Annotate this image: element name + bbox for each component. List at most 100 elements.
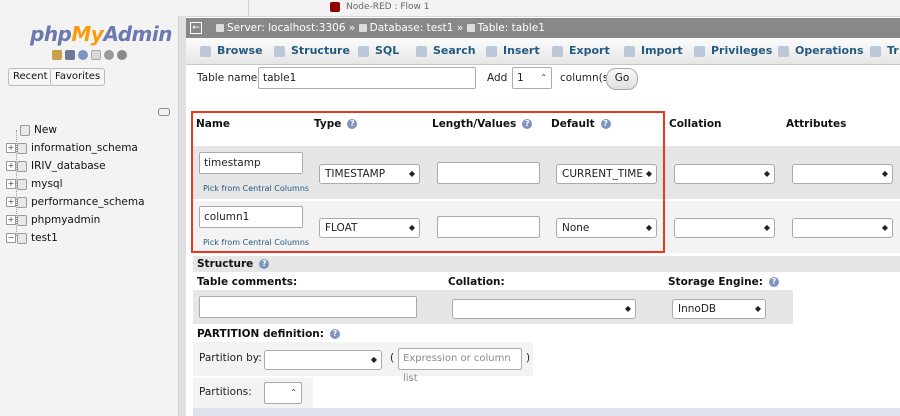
database-icon xyxy=(17,196,27,208)
triggers-icon xyxy=(870,45,881,57)
help-icon[interactable]: ? xyxy=(259,259,270,269)
new-icon xyxy=(20,124,30,136)
tab-triggers[interactable]: Tr xyxy=(870,44,899,57)
back-arrow-icon[interactable]: ← xyxy=(190,22,202,34)
tree-item-iriv-database[interactable]: + IRIV_database xyxy=(6,160,106,172)
highlight-annotation xyxy=(191,111,665,253)
tab-insert[interactable]: Insert xyxy=(486,44,540,57)
storage-engine-select[interactable]: InnoDB ◆ xyxy=(672,299,766,319)
tab-browse[interactable]: Browse xyxy=(200,44,263,57)
import-icon xyxy=(624,45,635,57)
exit-icon[interactable] xyxy=(65,50,75,60)
tab-bar: Browse Structure SQL Search Insert Expor… xyxy=(186,38,900,65)
table-name-input[interactable]: table1 xyxy=(258,67,476,89)
favorites-button[interactable]: Favorites xyxy=(50,68,106,86)
node-red-icon xyxy=(330,2,340,12)
breadcrumb-separator: » xyxy=(456,22,464,34)
expand-icon[interactable]: + xyxy=(6,197,16,207)
collapse-icon[interactable]: − xyxy=(6,233,16,243)
attributes-select[interactable]: ◆ xyxy=(792,218,893,238)
expand-icon[interactable]: + xyxy=(6,161,16,171)
insert-icon xyxy=(486,45,497,57)
select-arrows-icon: ◆ xyxy=(881,169,888,178)
stepper-icon[interactable]: ⌃ xyxy=(290,383,297,403)
help-icon[interactable]: ? xyxy=(768,277,779,287)
tree-item-new[interactable]: New xyxy=(20,124,57,136)
select-arrows-icon: ◆ xyxy=(881,223,888,232)
table-icon xyxy=(466,24,475,32)
settings-icon[interactable] xyxy=(104,50,114,60)
privileges-icon xyxy=(694,45,705,57)
database-icon xyxy=(17,214,27,226)
docs-icon[interactable] xyxy=(91,50,101,60)
partition-by-label: Partition by: xyxy=(199,352,262,364)
partitions-input[interactable]: ⌃ xyxy=(264,382,302,404)
select-arrows-icon: ◆ xyxy=(763,169,770,178)
stepper-icon[interactable]: ⌃ xyxy=(540,68,547,88)
go-button[interactable]: Go xyxy=(606,68,638,90)
help-icon[interactable]: ? xyxy=(329,329,340,339)
tab-import[interactable]: Import xyxy=(624,44,683,57)
tab-operations[interactable]: Operations xyxy=(778,44,864,57)
breadcrumb-database[interactable]: Database: test1 xyxy=(370,22,454,34)
add-label: Add xyxy=(487,72,508,84)
panel-resizer[interactable] xyxy=(179,16,186,416)
breadcrumb: ← Server: localhost:3306 » Database: tes… xyxy=(186,18,900,38)
recent-button[interactable]: Recent xyxy=(8,68,53,86)
select-arrows-icon: ◆ xyxy=(624,304,631,313)
table-collation-select[interactable]: ◆ xyxy=(452,299,636,319)
reload-icon[interactable] xyxy=(117,50,127,60)
search-icon xyxy=(416,45,427,57)
storage-engine-label: Storage Engine:? xyxy=(668,276,779,288)
structure-title: Structure? xyxy=(197,258,270,270)
help-icon[interactable] xyxy=(78,50,88,60)
breadcrumb-server[interactable]: Server: localhost:3306 xyxy=(227,22,346,34)
tree-item-information-schema[interactable]: + information_schema xyxy=(6,142,138,154)
operations-icon xyxy=(778,45,789,57)
expression-close-paren: ) xyxy=(526,352,531,364)
structure-header-bar xyxy=(193,256,900,272)
partitions-label: Partitions: xyxy=(199,386,252,398)
columns-label: column(s) xyxy=(560,72,613,84)
tree-item-phpmyadmin[interactable]: + phpmyadmin xyxy=(6,214,100,226)
bottom-bar xyxy=(193,408,900,416)
sql-icon xyxy=(358,45,369,57)
expand-icon[interactable]: + xyxy=(6,215,16,225)
home-icon[interactable] xyxy=(52,50,62,60)
browse-icon xyxy=(200,45,211,57)
collation-select[interactable]: ◆ xyxy=(674,164,775,184)
tree-item-performance-schema[interactable]: + performance_schema xyxy=(6,196,145,208)
select-arrows-icon: ◆ xyxy=(763,223,770,232)
navigation-panel: phpMyAdmin Recent Favorites New + informa… xyxy=(0,16,179,416)
table-comments-input[interactable] xyxy=(199,296,417,318)
database-icon xyxy=(358,24,367,32)
header-attributes: Attributes xyxy=(786,118,847,130)
tab-export[interactable]: Export xyxy=(552,44,610,57)
database-icon xyxy=(17,142,27,154)
browser-tab-strip: Node-RED : Flow 1 xyxy=(0,0,900,17)
link-icon[interactable] xyxy=(158,108,170,116)
tree-item-mysql[interactable]: + mysql xyxy=(6,178,63,190)
attributes-select[interactable]: ◆ xyxy=(792,164,893,184)
select-arrows-icon: ◆ xyxy=(754,304,761,313)
breadcrumb-table[interactable]: Table: table1 xyxy=(478,22,545,34)
expand-icon[interactable]: + xyxy=(6,179,16,189)
expand-icon[interactable]: + xyxy=(6,143,16,153)
nav-icon-bar xyxy=(52,50,127,60)
collation-select[interactable]: ◆ xyxy=(674,218,775,238)
tab-search[interactable]: Search xyxy=(416,44,476,57)
phpmyadmin-logo[interactable]: phpMyAdmin xyxy=(30,22,172,46)
export-icon xyxy=(552,45,563,57)
table-comments-label: Table comments: xyxy=(197,276,298,288)
tab-sql[interactable]: SQL xyxy=(358,44,399,57)
partition-expression-input[interactable]: Expression or column list xyxy=(398,348,522,384)
tab-privileges[interactable]: Privileges xyxy=(694,44,772,57)
select-arrows-icon: ◆ xyxy=(370,355,377,364)
add-columns-input[interactable]: 1 ⌃ xyxy=(512,67,552,89)
partition-by-select[interactable]: ◆ xyxy=(264,350,382,370)
expression-open-paren: ( xyxy=(390,352,395,364)
browser-tab-title[interactable]: Node-RED : Flow 1 xyxy=(346,2,430,12)
tree-item-test1[interactable]: − test1 xyxy=(6,232,58,244)
tab-structure[interactable]: Structure xyxy=(274,44,350,57)
database-icon xyxy=(17,232,27,244)
